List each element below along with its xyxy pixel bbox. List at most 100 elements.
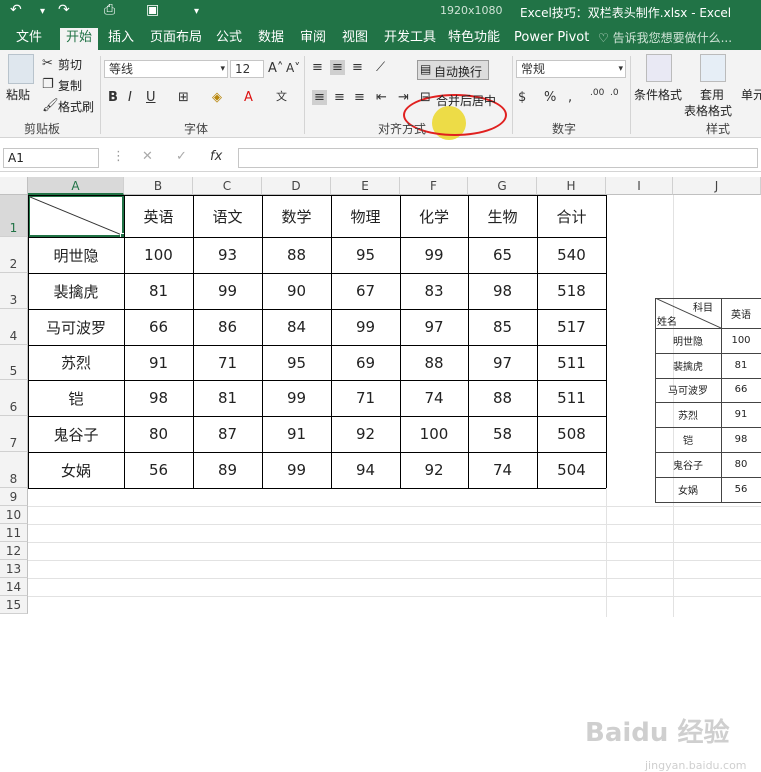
table-value-cell[interactable]: 99 <box>262 380 331 416</box>
format-painter-icon[interactable]: 🖌 <box>42 98 59 113</box>
table-value-cell[interactable]: 95 <box>331 237 400 273</box>
table-value-cell[interactable]: 84 <box>262 309 331 345</box>
conditional-formatting-icon[interactable] <box>646 54 672 82</box>
table-value-cell[interactable]: 511 <box>537 345 606 380</box>
format-as-table-button-line1[interactable]: 套用 <box>700 86 724 103</box>
table-value-cell[interactable]: 80 <box>124 416 193 452</box>
select-all-button[interactable] <box>0 177 28 195</box>
comma-style-icon[interactable]: , <box>568 90 572 105</box>
table-value-cell[interactable]: 97 <box>468 345 537 380</box>
currency-icon[interactable]: $ <box>518 90 526 105</box>
table-value-cell[interactable]: 100 <box>124 237 193 273</box>
row-header[interactable]: 5 <box>0 345 28 380</box>
table-value-cell[interactable]: 517 <box>537 309 606 345</box>
phonetic-icon[interactable]: 文 <box>276 88 287 104</box>
tab-page-layout[interactable]: 页面布局 <box>150 28 202 50</box>
cell-a1-selected[interactable] <box>28 195 126 239</box>
table-value-cell[interactable]: 85 <box>468 309 537 345</box>
table-value-cell[interactable]: 99 <box>193 273 262 309</box>
table-value-cell[interactable]: 100 <box>400 416 468 452</box>
tab-home[interactable]: 开始 <box>60 28 99 50</box>
cell-styles-button[interactable]: 单元 <box>741 86 761 103</box>
row-header[interactable]: 3 <box>0 273 28 309</box>
column-header-d[interactable]: D <box>262 177 331 195</box>
format-as-table-icon[interactable] <box>700 54 726 82</box>
conditional-formatting-button[interactable]: 条件格式 <box>634 86 682 103</box>
align-middle-icon[interactable]: ≡ <box>330 60 345 75</box>
paste-button[interactable]: 粘贴 <box>6 86 30 103</box>
tab-review[interactable]: 审阅 <box>300 28 326 50</box>
table-value-cell[interactable]: 97 <box>400 309 468 345</box>
orientation-icon[interactable]: ⟋ <box>376 60 385 75</box>
table-value-cell[interactable]: 71 <box>331 380 400 416</box>
enter-icon[interactable]: ✓ <box>176 149 187 164</box>
cancel-icon[interactable]: ✕ <box>142 149 153 164</box>
row-header[interactable]: 9 <box>0 488 28 506</box>
column-header-f[interactable]: F <box>400 177 468 195</box>
table-value-cell[interactable]: 518 <box>537 273 606 309</box>
row-header[interactable]: 6 <box>0 380 28 416</box>
table-value-cell[interactable]: 511 <box>537 380 606 416</box>
row-header[interactable]: 14 <box>0 578 28 596</box>
scissors-icon[interactable]: ✂ <box>42 56 53 71</box>
column-header-c[interactable]: C <box>193 177 262 195</box>
font-name-select[interactable]: 等线 ▾ <box>104 60 228 78</box>
row-header[interactable]: 15 <box>0 596 28 614</box>
format-painter-button[interactable]: 格式刷 <box>58 98 94 115</box>
table-value-cell[interactable]: 83 <box>400 273 468 309</box>
table-header-cell[interactable]: 英语 <box>124 195 193 237</box>
number-format-select[interactable]: 常规 ▾ <box>516 60 626 78</box>
table-value-cell[interactable]: 58 <box>468 416 537 452</box>
table-value-cell[interactable]: 71 <box>193 345 262 380</box>
table-name-cell[interactable]: 裴擒虎 <box>28 273 124 309</box>
table-header-cell[interactable]: 数学 <box>262 195 331 237</box>
table-value-cell[interactable]: 86 <box>193 309 262 345</box>
row-header[interactable]: 2 <box>0 237 28 273</box>
wrap-text-button[interactable]: ▤ 自动换行 <box>417 60 489 80</box>
shrink-font-icon[interactable]: A˅ <box>286 61 300 75</box>
decrease-indent-icon[interactable]: ⇤ <box>376 90 387 105</box>
tab-file[interactable]: 文件 <box>16 28 42 50</box>
redo-icon[interactable]: ↷ <box>58 2 70 18</box>
undo-dropdown-icon[interactable]: ▾ <box>40 6 45 17</box>
column-header-j[interactable]: J <box>673 177 761 195</box>
table-name-cell[interactable]: 苏烈 <box>28 345 124 380</box>
table-name-cell[interactable]: 鬼谷子 <box>28 416 124 452</box>
increase-decimal-icon[interactable]: .00 <box>590 88 604 98</box>
print-preview-icon[interactable]: ⎙ <box>104 2 115 18</box>
table-name-cell[interactable]: 马可波罗 <box>28 309 124 345</box>
table-value-cell[interactable]: 74 <box>400 380 468 416</box>
table-value-cell[interactable]: 98 <box>124 380 193 416</box>
table-value-cell[interactable]: 95 <box>262 345 331 380</box>
increase-indent-icon[interactable]: ⇥ <box>398 90 409 105</box>
table-value-cell[interactable]: 69 <box>331 345 400 380</box>
font-size-select[interactable]: 12 <box>230 60 264 78</box>
table-header-cell[interactable]: 化学 <box>400 195 468 237</box>
table-value-cell[interactable]: 88 <box>262 237 331 273</box>
table-value-cell[interactable]: 93 <box>193 237 262 273</box>
align-left-icon[interactable]: ≡ <box>312 90 327 105</box>
table-value-cell[interactable]: 99 <box>262 452 331 488</box>
row-header[interactable]: 11 <box>0 524 28 542</box>
format-as-table-button-line2[interactable]: 表格格式 <box>684 102 732 119</box>
table-value-cell[interactable]: 99 <box>331 309 400 345</box>
column-header-a[interactable]: A <box>28 177 124 195</box>
underline-icon[interactable]: U <box>146 90 156 105</box>
table-value-cell[interactable]: 91 <box>262 416 331 452</box>
merge-center-icon[interactable]: ⊟ <box>420 90 431 105</box>
column-header-i[interactable]: I <box>606 177 673 195</box>
table-value-cell[interactable]: 94 <box>331 452 400 488</box>
table-value-cell[interactable]: 508 <box>537 416 606 452</box>
fill-color-icon[interactable]: ◈ <box>212 90 222 105</box>
table-name-cell[interactable]: 女娲 <box>28 452 124 488</box>
table-value-cell[interactable]: 99 <box>400 237 468 273</box>
undo-icon[interactable]: ↶ <box>10 2 22 18</box>
row-header[interactable]: 12 <box>0 542 28 560</box>
table-value-cell[interactable]: 56 <box>124 452 193 488</box>
row-header[interactable]: 7 <box>0 416 28 452</box>
copy-button[interactable]: 复制 <box>58 77 82 94</box>
table-value-cell[interactable]: 67 <box>331 273 400 309</box>
table-value-cell[interactable]: 92 <box>331 416 400 452</box>
decrease-decimal-icon[interactable]: .0 <box>610 88 619 98</box>
table-value-cell[interactable]: 81 <box>193 380 262 416</box>
